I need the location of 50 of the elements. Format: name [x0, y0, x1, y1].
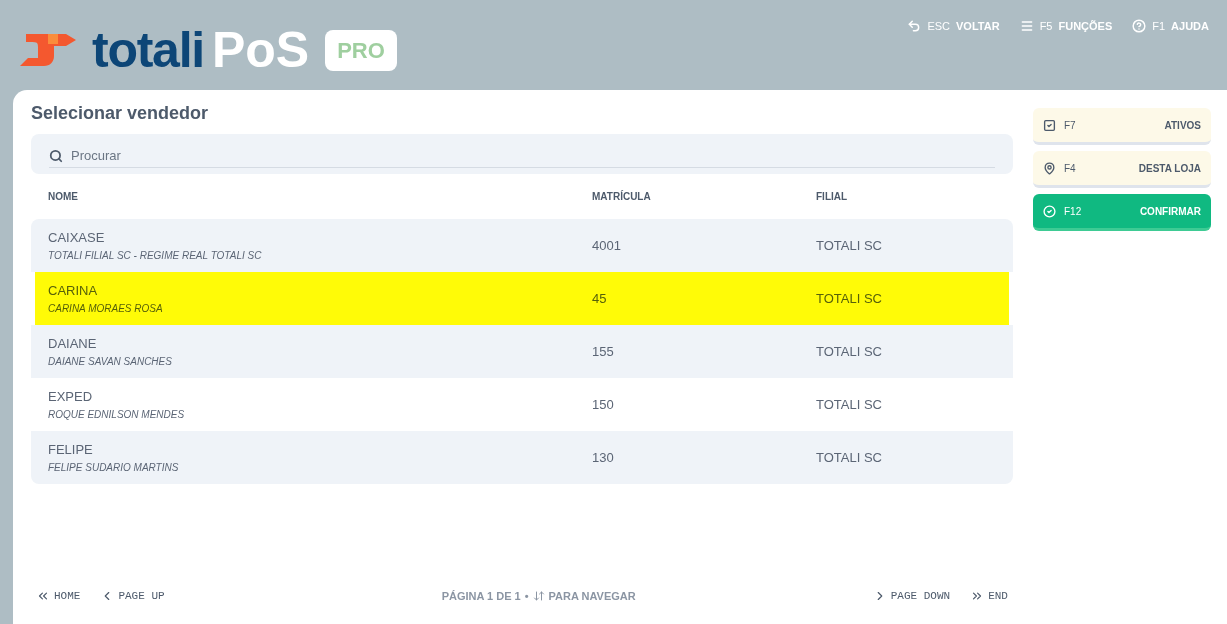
table-row[interactable]: CAIXASE TOTALI FILIAL SC - REGIME REAL TOTALI SC 4001 TOTALI SC	[31, 219, 1013, 272]
navigation-hint: PARA NAVEGAR	[548, 588, 636, 604]
check-circle-icon	[1043, 204, 1056, 218]
table-row[interactable]: DAIANE DAIANE SAVAN SANCHES 155 TOTALI SC	[31, 325, 1013, 378]
home-button[interactable]: HOME	[36, 587, 81, 604]
seller-name: DAIANE	[48, 335, 98, 354]
function-button[interactable]: F7 ATIVOS	[1033, 108, 1211, 145]
table-cell-text: TOTALI SC	[816, 236, 882, 255]
edition-badge: PRO	[325, 29, 397, 71]
search-bar[interactable]: Procurar	[31, 134, 1013, 174]
function-button[interactable]: F4 DESTA LOJA	[1033, 151, 1211, 188]
map-pin-icon	[1043, 161, 1056, 175]
brand-name: totali	[92, 25, 204, 75]
page-status: PÁGINA 1 DE 1	[441, 588, 521, 604]
column-header: FILIAL	[816, 190, 848, 204]
table-cell-text: 150	[592, 395, 615, 414]
table-cell-text: TOTALI SC	[816, 289, 882, 308]
seller-full-name: CARINA MORAES ROSA	[48, 301, 164, 316]
search-icon	[49, 148, 63, 163]
menu-icon	[1019, 19, 1034, 34]
end-button[interactable]: END	[970, 587, 1008, 604]
table-row[interactable]: FELIPE FELIPE SUDARIO MARTINS 130 TOTALI SC	[31, 431, 1013, 484]
table-cell-text: 155	[592, 342, 615, 361]
table-cell-text: 45	[592, 289, 608, 308]
table-cell-text: TOTALI SC	[816, 448, 882, 467]
table-cell-text: 130	[592, 448, 615, 467]
back-arrow-icon	[907, 19, 922, 34]
help-icon	[1132, 19, 1147, 34]
seller-name: FELIPE	[48, 441, 94, 460]
seller-full-name: TOTALI FILIAL SC - REGIME REAL TOTALI SC	[48, 248, 263, 263]
column-header: NOME	[48, 190, 79, 204]
product-name: PoS	[211, 25, 310, 75]
seller-name: CAIXASE	[48, 229, 106, 248]
table-row[interactable]: CARINA CARINA MORAES ROSA 45 TOTALI SC	[35, 272, 1009, 325]
page-title: Selecionar vendedor	[31, 102, 210, 124]
page-down-button[interactable]: PAGE DOWN	[872, 587, 951, 604]
separator-dot: •	[524, 588, 529, 604]
seller-full-name: ROQUE EDNILSON MENDES	[48, 407, 186, 422]
seller-name: EXPED	[48, 388, 94, 407]
column-header: MATRÍCULA	[592, 189, 652, 204]
search-field[interactable]: Procurar	[71, 145, 995, 166]
up-down-arrows-icon	[532, 589, 545, 602]
seller-full-name: DAIANE SAVAN SANCHES	[48, 354, 173, 369]
page-up-button[interactable]: PAGE UP	[100, 587, 165, 604]
checkbox-icon	[1043, 118, 1056, 132]
table-cell-text: 4001	[592, 236, 622, 255]
seller-name: CARINA	[48, 282, 99, 301]
table-cell-text: TOTALI SC	[816, 395, 882, 414]
table-cell-text: TOTALI SC	[816, 342, 882, 361]
seller-full-name: FELIPE SUDARIO MARTINS	[48, 460, 180, 475]
